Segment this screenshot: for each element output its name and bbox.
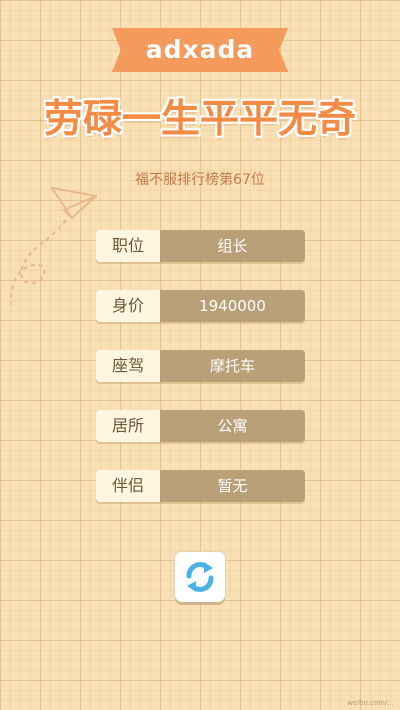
info-value: 暂无 <box>160 470 305 502</box>
info-row-residence: 居所 公寓 <box>96 410 305 442</box>
paper-plane-icon <box>10 187 97 309</box>
watermark: weibo.com/... <box>347 699 394 707</box>
page-title: 劳碌一生平平无奇 <box>43 97 356 142</box>
info-value: 组长 <box>160 230 305 262</box>
info-value: 1940000 <box>160 290 305 322</box>
refresh-button[interactable] <box>175 552 225 602</box>
info-row-vehicle: 座驾 摩托车 <box>96 350 305 382</box>
info-row-position: 职位 组长 <box>96 230 305 262</box>
info-label: 伴侣 <box>96 470 160 502</box>
info-label: 身价 <box>96 290 160 322</box>
info-value: 摩托车 <box>160 350 305 382</box>
info-value: 公寓 <box>160 410 305 442</box>
info-label: 居所 <box>96 410 160 442</box>
refresh-icon <box>186 562 214 592</box>
app-name: adxada <box>145 35 255 64</box>
info-row-partner: 伴侣 暂无 <box>96 470 305 502</box>
info-label: 职位 <box>96 230 160 262</box>
info-label: 座驾 <box>96 350 160 382</box>
info-row-worth: 身价 1940000 <box>96 290 305 322</box>
